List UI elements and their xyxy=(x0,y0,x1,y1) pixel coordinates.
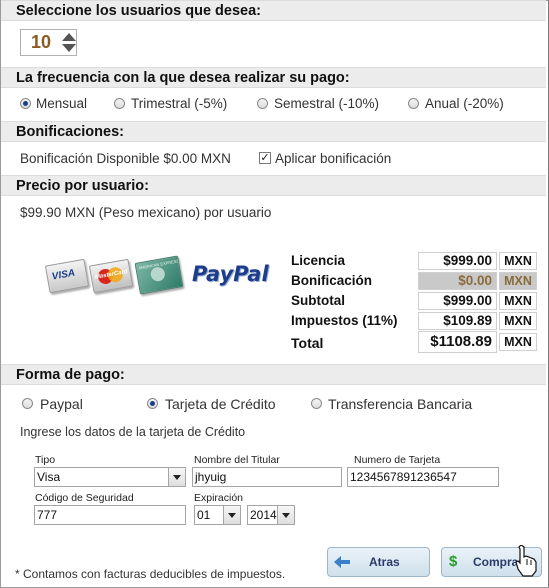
expiration-year-value: 2014 xyxy=(250,508,277,522)
frequency-section-header: La frecuencia con la que desea realizar … xyxy=(1,67,546,88)
arrow-left-icon xyxy=(334,556,350,568)
back-button[interactable]: Atras xyxy=(327,547,430,577)
radio-icon[interactable] xyxy=(22,398,33,409)
summary-total-value: $1108.89 xyxy=(418,331,497,353)
radio-icon[interactable] xyxy=(257,98,268,109)
holder-name-label: Nombre del Titular xyxy=(194,454,280,466)
apply-bonus-label: Aplicar bonificación xyxy=(275,151,392,166)
card-number-field[interactable]: 1234567891236547 xyxy=(347,467,499,487)
payment-method-label: Tarjeta de Crédito xyxy=(165,396,276,412)
radio-icon[interactable] xyxy=(114,98,125,109)
users-section-header: Seleccione los usuarios que desea: xyxy=(1,0,546,21)
expiration-month-value: 01 xyxy=(197,508,211,522)
summary-currency: MXN xyxy=(499,272,537,290)
price-per-user-text: $99.90 MXN (Peso mexicano) por usuario xyxy=(20,205,272,220)
holder-name-field[interactable]: jhyuig xyxy=(192,467,342,487)
payment-method-label: Paypal xyxy=(40,396,83,412)
card-instructions: Ingrese los datos de la tarjeta de Crédi… xyxy=(20,425,246,439)
summary-currency: MXN xyxy=(499,252,537,270)
summary-currency: MXN xyxy=(499,292,537,310)
card-type-value: Visa xyxy=(37,470,61,484)
security-code-label: Código de Seguridad xyxy=(35,492,134,504)
frequency-option-label: Semestral (-10%) xyxy=(274,96,380,111)
summary-label: Impuestos (11%) xyxy=(291,313,398,328)
expiration-label: Expiración xyxy=(194,492,244,504)
card-type-select[interactable]: Visa xyxy=(34,467,186,487)
payment-section-header: Forma de pago: xyxy=(1,364,546,385)
radio-icon[interactable] xyxy=(20,98,31,109)
card-number-label: Numero de Tarjeta xyxy=(354,454,441,466)
summary-value: $999.00 xyxy=(418,252,497,270)
radio-icon[interactable] xyxy=(311,398,322,409)
expiration-year-select[interactable]: 2014 xyxy=(247,505,295,525)
summary-value: $109.89 xyxy=(418,312,497,330)
bonus-section-header: Bonificaciones: xyxy=(1,121,546,142)
frequency-option-label: Anual (-20%) xyxy=(425,96,504,111)
summary-currency: MXN xyxy=(499,333,537,351)
hand-cursor-icon xyxy=(515,545,537,577)
summary-label: Bonificación xyxy=(291,273,373,288)
price-section-header: Precio por usuario: xyxy=(1,175,546,196)
summary-value: $0.00 xyxy=(418,272,497,290)
paypal-logo: PayPal xyxy=(192,262,269,286)
expiration-month-select[interactable]: 01 xyxy=(194,505,241,525)
frequency-option-label: Trimestral (-5%) xyxy=(131,96,228,111)
back-button-label: Atras xyxy=(369,555,400,569)
summary-label: Licencia xyxy=(291,253,346,268)
payment-method-label: Transferencia Bancaria xyxy=(328,396,473,412)
security-code-field[interactable]: 777 xyxy=(34,505,186,525)
checkbox-checked-icon[interactable]: ✓ xyxy=(259,152,271,164)
dropdown-arrow-icon[interactable] xyxy=(223,506,240,524)
users-count-stepper[interactable]: 10 xyxy=(20,29,77,56)
tax-invoice-note: * Contamos con facturas deducibles de im… xyxy=(15,567,286,581)
summary-currency: MXN xyxy=(499,312,537,330)
radio-icon[interactable] xyxy=(147,398,158,409)
summary-label: Subtotal xyxy=(291,293,345,308)
dollar-icon: $ xyxy=(449,553,458,570)
dropdown-arrow-icon[interactable] xyxy=(168,468,185,486)
users-count-value: 10 xyxy=(31,32,52,52)
summary-label: Total xyxy=(291,335,324,351)
frequency-option-label: Mensual xyxy=(36,96,88,111)
increment-arrow-icon[interactable] xyxy=(62,33,76,41)
buy-button[interactable]: $ Comprar xyxy=(441,545,542,577)
bonus-available-text: Bonificación Disponible $0.00 MXN xyxy=(20,151,231,166)
visa-logo-text: VISA xyxy=(51,267,76,283)
radio-icon[interactable] xyxy=(408,98,419,109)
card-type-label: Tipo xyxy=(35,454,56,466)
summary-value: $999.00 xyxy=(418,292,497,310)
decrement-arrow-icon[interactable] xyxy=(62,44,76,52)
dropdown-arrow-icon[interactable] xyxy=(277,506,294,524)
